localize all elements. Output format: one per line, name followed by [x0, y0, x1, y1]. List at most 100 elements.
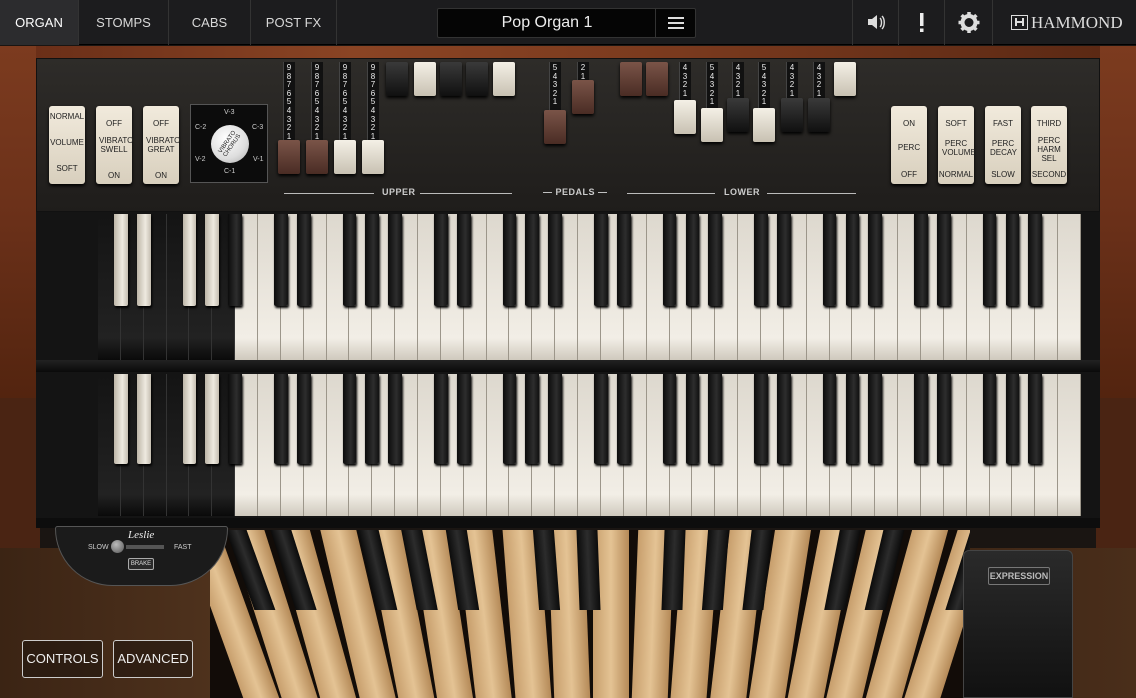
- black-key[interactable]: [274, 374, 288, 464]
- drawbar[interactable]: 4321: [727, 62, 749, 134]
- drawbar-knob[interactable]: [646, 62, 668, 96]
- drawbar-knob[interactable]: [440, 62, 462, 96]
- black-key[interactable]: [548, 374, 563, 464]
- advanced-button[interactable]: ADVANCED: [113, 640, 193, 678]
- drawbar[interactable]: [493, 62, 515, 98]
- black-key[interactable]: [388, 374, 403, 464]
- expression-pedal[interactable]: EXPRESSION: [963, 550, 1073, 698]
- black-key[interactable]: [754, 214, 768, 307]
- preset-key-sharp[interactable]: [136, 374, 151, 464]
- tab-stomps[interactable]: STOMPS: [79, 0, 169, 45]
- black-key[interactable]: [822, 214, 837, 307]
- black-key[interactable]: [365, 214, 380, 307]
- black-key[interactable]: [525, 214, 540, 307]
- drawbar[interactable]: [386, 62, 408, 98]
- black-key[interactable]: [685, 214, 700, 307]
- drawbar-knob[interactable]: [701, 108, 723, 142]
- black-key[interactable]: [845, 374, 860, 464]
- black-key[interactable]: [914, 374, 928, 464]
- drawbar[interactable]: [620, 62, 642, 98]
- controls-button[interactable]: CONTROLS: [22, 640, 103, 678]
- drawbar-knob[interactable]: [386, 62, 408, 96]
- tab-organ[interactable]: ORGAN: [0, 0, 79, 45]
- black-key[interactable]: [502, 374, 517, 464]
- preset-menu-button[interactable]: [655, 9, 695, 37]
- drawbar-knob[interactable]: [306, 140, 328, 174]
- preset-selector[interactable]: Pop Organ 1: [437, 8, 696, 38]
- black-key[interactable]: [594, 214, 608, 307]
- black-key[interactable]: [1028, 214, 1043, 307]
- black-key[interactable]: [525, 374, 540, 464]
- black-key[interactable]: [388, 214, 403, 307]
- black-key[interactable]: [914, 214, 928, 307]
- drawbar-knob[interactable]: [727, 98, 749, 132]
- black-key[interactable]: [662, 214, 677, 307]
- drawbar-knob[interactable]: [620, 62, 642, 96]
- black-key[interactable]: [594, 374, 608, 464]
- white-key[interactable]: [1058, 374, 1081, 516]
- tab-post-fx[interactable]: POST FX: [251, 0, 337, 45]
- black-key[interactable]: [936, 374, 951, 464]
- preset-key-sharp[interactable]: [205, 214, 220, 307]
- black-key[interactable]: [434, 374, 448, 464]
- black-key[interactable]: [228, 374, 242, 464]
- drawbar[interactable]: 4321: [674, 62, 696, 136]
- black-key[interactable]: [616, 214, 631, 307]
- pedal-sharp[interactable]: [576, 530, 601, 610]
- drawbar-knob[interactable]: [334, 140, 356, 174]
- alert-button[interactable]: [898, 0, 944, 45]
- drawbar-knob[interactable]: [362, 140, 384, 174]
- black-key[interactable]: [456, 214, 471, 307]
- preset-key-sharp[interactable]: [136, 214, 151, 307]
- perc-harm-sel-switch[interactable]: THIRD PERC HARM SEL SECOND: [1031, 106, 1067, 184]
- preset-key-sharp[interactable]: [205, 374, 220, 464]
- drawbar[interactable]: [466, 62, 488, 98]
- black-key[interactable]: [982, 214, 997, 307]
- white-key[interactable]: [1058, 214, 1081, 360]
- drawbar-knob[interactable]: [466, 62, 488, 96]
- drawbar[interactable]: 21: [572, 62, 594, 116]
- black-key[interactable]: [365, 374, 380, 464]
- black-key[interactable]: [296, 214, 311, 307]
- drawbar[interactable]: [646, 62, 668, 98]
- perc-volume-switch[interactable]: SOFT PERC VOLUME NORMAL: [938, 106, 976, 184]
- vibrato-chorus-knob[interactable]: V-3 C-3 V-1 C-1 V-2 C-2 VIBRATO CHORUS: [190, 104, 268, 183]
- black-key[interactable]: [776, 214, 791, 307]
- drawbar[interactable]: [440, 62, 462, 98]
- black-key[interactable]: [228, 214, 242, 307]
- drawbar[interactable]: 987654321: [306, 62, 328, 176]
- black-key[interactable]: [1028, 374, 1043, 464]
- black-key[interactable]: [342, 374, 357, 464]
- black-key[interactable]: [754, 374, 768, 464]
- black-key[interactable]: [685, 374, 700, 464]
- black-key[interactable]: [1005, 374, 1020, 464]
- preset-key-sharp[interactable]: [182, 374, 197, 464]
- drawbar[interactable]: 4321: [808, 62, 830, 134]
- vibrato-swell-switch[interactable]: OFF VIBRATO SWELL ON: [96, 106, 133, 184]
- black-key[interactable]: [776, 374, 791, 464]
- drawbar[interactable]: 54321: [701, 62, 723, 144]
- pedal-sharp[interactable]: [661, 530, 686, 610]
- preset-key-sharp[interactable]: [182, 214, 197, 307]
- drawbar-knob[interactable]: [781, 98, 803, 132]
- drawbar[interactable]: [834, 62, 856, 98]
- black-key[interactable]: [434, 214, 448, 307]
- drawbar-knob[interactable]: [278, 140, 300, 174]
- black-key[interactable]: [1005, 214, 1020, 307]
- black-key[interactable]: [845, 214, 860, 307]
- preset-name[interactable]: Pop Organ 1: [438, 9, 656, 37]
- volume-switch[interactable]: NORMAL VOLUME SOFT: [49, 106, 85, 184]
- drawbar-knob[interactable]: [834, 62, 856, 96]
- preset-key-sharp[interactable]: [114, 374, 128, 464]
- black-key[interactable]: [868, 374, 883, 464]
- drawbar-knob[interactable]: [414, 62, 436, 96]
- drawbar[interactable]: 987654321: [362, 62, 384, 176]
- black-key[interactable]: [936, 214, 951, 307]
- black-key[interactable]: [616, 374, 631, 464]
- black-key[interactable]: [274, 214, 288, 307]
- black-key[interactable]: [822, 374, 837, 464]
- preset-key-sharp[interactable]: [114, 214, 128, 307]
- volume-button[interactable]: [852, 0, 898, 45]
- drawbar-knob[interactable]: [544, 110, 566, 144]
- leslie-speed-switch[interactable]: [111, 540, 124, 553]
